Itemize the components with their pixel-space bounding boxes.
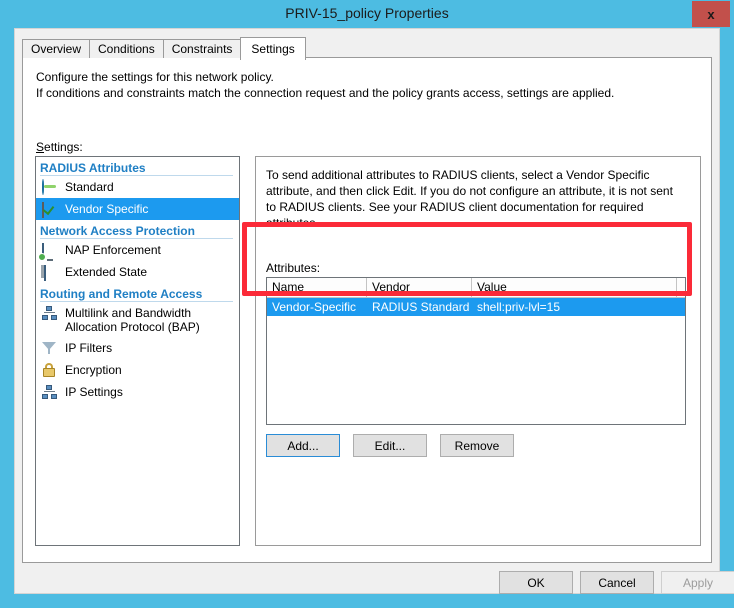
remove-button[interactable]: Remove [440, 434, 514, 457]
tree-group-routing-and-remote-access: Routing and Remote Access [36, 283, 239, 302]
lock-icon [42, 362, 58, 378]
tree-item-label: Vendor Specific [65, 202, 149, 216]
cell-name: Vendor-Specific [272, 300, 357, 314]
tab-conditions[interactable]: Conditions [89, 39, 164, 58]
attribute-action-buttons: Add... Edit... Remove [266, 434, 514, 457]
tree-group-label: Routing and Remote Access [40, 287, 203, 301]
window-title: PRIV-15_policy Properties [285, 5, 449, 21]
funnel-icon [42, 340, 58, 356]
attributes-label: Attributes: [266, 261, 321, 275]
tab-overview[interactable]: Overview [22, 39, 91, 58]
tree-group-label: Network Access Protection [40, 224, 195, 238]
cancel-button[interactable]: Cancel [580, 571, 654, 594]
tree-item-label: Standard [65, 180, 114, 194]
pane-description: To send additional attributes to RADIUS … [266, 168, 673, 230]
window-titlebar: PRIV-15_policy Properties x [0, 0, 734, 28]
apply-button: Apply [661, 571, 734, 594]
cell-spacer [677, 298, 685, 316]
attributes-listview[interactable]: Name Vendor Value Vendor-Specific RADIUS… [266, 277, 686, 425]
monitor-shield-icon [42, 242, 58, 259]
tree-item-vendor-specific[interactable]: Vendor Specific [36, 198, 239, 220]
tab-strip: Overview Conditions Constraints Settings [22, 37, 306, 60]
column-header-vendor[interactable]: Vendor [367, 278, 472, 297]
add-button[interactable]: Add... [266, 434, 340, 457]
intro-line-2: If conditions and constraints match the … [36, 86, 615, 100]
tab-settings[interactable]: Settings [240, 37, 306, 60]
tree-group-radius-attributes: RADIUS Attributes [36, 157, 239, 176]
listview-header: Name Vendor Value [267, 278, 685, 298]
settings-tree[interactable]: RADIUS Attributes Standard Vendor Specif… [35, 156, 240, 546]
tree-item-label: Multilink and Bandwidth Allocation Proto… [65, 306, 200, 334]
tree-group-label: RADIUS Attributes [40, 161, 146, 175]
tree-item-extended-state[interactable]: Extended State [36, 261, 239, 283]
settings-list-label: Settings: [36, 140, 83, 154]
column-header-name[interactable]: Name [267, 278, 367, 297]
ok-button[interactable]: OK [499, 571, 573, 594]
intro-text: Configure the settings for this network … [36, 69, 614, 101]
tree-group-divider [40, 175, 233, 176]
tree-item-ip-filters[interactable]: IP Filters [36, 337, 239, 359]
tree-item-standard[interactable]: Standard [36, 176, 239, 198]
monitor-icon [42, 264, 58, 281]
tree-item-multilink-bap[interactable]: Multilink and Bandwidth Allocation Proto… [36, 302, 239, 337]
tree-group-network-access-protection: Network Access Protection [36, 220, 239, 239]
globe-icon [42, 179, 58, 195]
network-nodes-icon [42, 305, 58, 321]
properties-dialog: Overview Conditions Constraints Settings… [14, 28, 734, 595]
tree-item-label: Encryption [65, 363, 122, 377]
tree-group-divider [40, 301, 233, 302]
column-header-value[interactable]: Value [472, 278, 677, 297]
settings-label-rest: ettings: [44, 140, 83, 154]
edit-button[interactable]: Edit... [353, 434, 427, 457]
tree-item-label: Extended State [65, 265, 148, 279]
tree-item-encryption[interactable]: Encryption [36, 359, 239, 381]
close-icon[interactable]: x [692, 1, 730, 27]
tree-item-label: IP Filters [65, 341, 113, 355]
tree-item-label: NAP Enforcement [65, 243, 161, 257]
table-row[interactable]: Vendor-Specific RADIUS Standard shell:pr… [267, 298, 685, 316]
intro-line-1: Configure the settings for this network … [36, 70, 274, 84]
cell-vendor: RADIUS Standard [372, 300, 470, 314]
tree-item-ip-settings[interactable]: IP Settings [36, 381, 239, 403]
column-header-spacer[interactable] [677, 278, 685, 297]
tree-item-nap-enforcement[interactable]: NAP Enforcement [36, 239, 239, 261]
settings-label-accel: S [36, 140, 45, 154]
vendor-specific-icon [42, 201, 58, 218]
vendor-specific-pane: To send additional attributes to RADIUS … [255, 156, 701, 546]
tree-item-label: IP Settings [65, 385, 123, 399]
network-nodes-icon [42, 384, 58, 400]
settings-tab-page: Configure the settings for this network … [22, 57, 712, 563]
tab-constraints[interactable]: Constraints [162, 39, 242, 58]
dialog-footer: OK Cancel Apply [15, 571, 734, 595]
cell-value: shell:priv-lvl=15 [477, 300, 561, 314]
tree-group-divider [40, 238, 233, 239]
